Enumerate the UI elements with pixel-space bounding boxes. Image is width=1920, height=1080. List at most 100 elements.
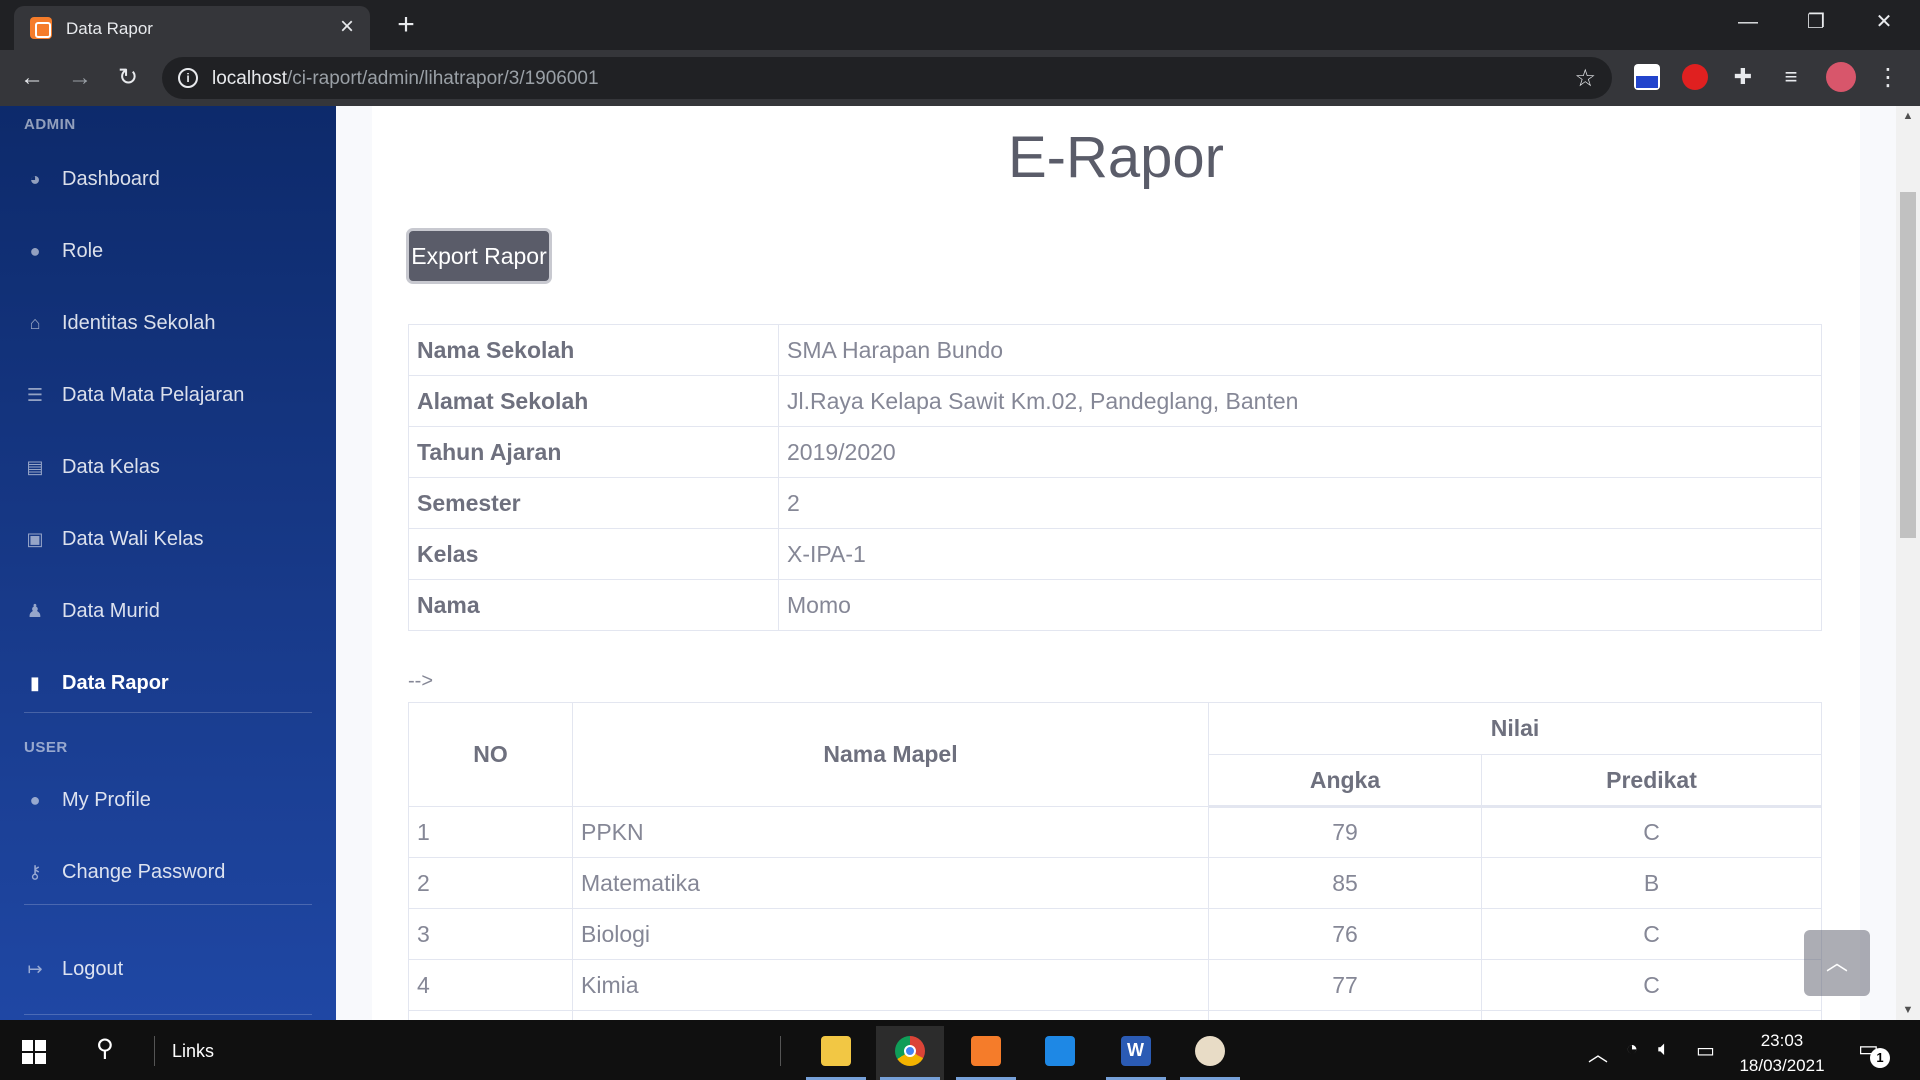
sidebar-item-label: Data Murid bbox=[62, 600, 160, 622]
sidebar-item-role[interactable]: ● Role bbox=[0, 223, 336, 279]
table-row: Alamat Sekolah Jl.Raya Kelapa Sawit Km.0… bbox=[408, 375, 1822, 427]
search-icon[interactable]: ⚲ bbox=[96, 1034, 114, 1063]
site-info-icon[interactable]: i bbox=[178, 68, 198, 88]
user-icon: ● bbox=[29, 790, 41, 810]
chalkboard-teacher-icon: ▣ bbox=[26, 529, 44, 549]
scroll-to-top-button[interactable]: ︿ bbox=[1804, 930, 1870, 996]
windows-start-icon[interactable] bbox=[22, 1040, 46, 1064]
sidebar-item-label: Data Rapor bbox=[62, 672, 169, 694]
address-bar[interactable]: i localhost/ci-raport/admin/lihatrapor/3… bbox=[162, 57, 1612, 99]
paint-taskbar-button[interactable] bbox=[1176, 1026, 1244, 1080]
sidebar-item-data-rapor[interactable]: ▮ Data Rapor bbox=[0, 655, 336, 711]
scrollbar-thumb[interactable] bbox=[1900, 192, 1916, 538]
vscode-taskbar-button[interactable] bbox=[1026, 1026, 1094, 1080]
restore-icon[interactable]: ❐ bbox=[1796, 8, 1836, 36]
sidebar-divider bbox=[24, 712, 312, 713]
sidebar-item-logout[interactable]: ↦ Logout bbox=[0, 941, 336, 997]
scroll-up-arrow-icon[interactable]: ▲ bbox=[1896, 106, 1920, 126]
cell-no: 3 bbox=[408, 908, 573, 960]
clock-time: 23:03 bbox=[1760, 1031, 1804, 1050]
word-taskbar-button[interactable]: W bbox=[1102, 1026, 1170, 1080]
links-toolbar-label[interactable]: Links bbox=[172, 1041, 214, 1062]
minimize-icon[interactable]: — bbox=[1728, 8, 1768, 36]
cell-mapel: Kimia bbox=[572, 959, 1209, 1011]
file-explorer-taskbar-button[interactable] bbox=[802, 1026, 870, 1080]
taskbar-clock[interactable]: 23:03 18/03/2021 bbox=[1728, 1028, 1836, 1078]
bookmark-star-icon[interactable]: ☆ bbox=[1574, 64, 1596, 93]
cell-predikat: C bbox=[1481, 806, 1822, 858]
cell-angka: 85 bbox=[1208, 857, 1482, 909]
info-value: SMA Harapan Bundo bbox=[778, 324, 1822, 376]
wifi-icon[interactable]: ◔ bbox=[1626, 1038, 1638, 1061]
info-label: Tahun Ajaran bbox=[408, 426, 779, 478]
sidebar-item-change-password[interactable]: ⚷ Change Password bbox=[0, 844, 336, 900]
profile-avatar[interactable] bbox=[1826, 62, 1856, 92]
table-row: 3 Biologi 76 C bbox=[408, 908, 1822, 960]
cell-angka: 79 bbox=[1208, 806, 1482, 858]
chrome-icon bbox=[895, 1036, 925, 1066]
back-icon[interactable]: ← bbox=[16, 62, 48, 94]
column-header-nama-mapel: Nama Mapel bbox=[572, 702, 1209, 807]
sidebar-item-label: Data Mata Pelajaran bbox=[62, 384, 245, 406]
sidebar-item-my-profile[interactable]: ● My Profile bbox=[0, 772, 336, 828]
sidebar-item-label: Identitas Sekolah bbox=[62, 312, 216, 334]
extensions-puzzle-icon[interactable]: ✚ bbox=[1730, 64, 1756, 90]
folder-icon bbox=[821, 1036, 851, 1066]
xampp-taskbar-button[interactable] bbox=[952, 1026, 1020, 1080]
show-hidden-icons-chevron-icon[interactable]: ︿ bbox=[1588, 1038, 1608, 1067]
sidebar-item-dashboard[interactable]: ◕ Dashboard bbox=[0, 151, 336, 207]
sidebar: ADMIN ◕ Dashboard ● Role ⌂ Identitas Sek… bbox=[0, 106, 336, 1020]
sidebar-divider bbox=[24, 904, 312, 905]
cell-no: 2 bbox=[408, 857, 573, 909]
chrome-taskbar-button[interactable] bbox=[876, 1026, 944, 1080]
volume-icon[interactable]: 🔈︎ bbox=[1658, 1038, 1670, 1061]
tachometer-icon: ◕ bbox=[29, 169, 41, 189]
taskbar-divider bbox=[154, 1036, 155, 1066]
info-value: Momo bbox=[778, 579, 1822, 631]
sidebar-item-data-kelas[interactable]: ▤ Data Kelas bbox=[0, 439, 336, 495]
cell-mapel: Matematika bbox=[572, 857, 1209, 909]
sidebar-item-data-murid[interactable]: ♟ Data Murid bbox=[0, 583, 336, 639]
sidebar-item-label: Dashboard bbox=[62, 168, 160, 190]
user-cog-icon: ● bbox=[29, 241, 41, 261]
page-scrollbar[interactable]: ▲ ▼ bbox=[1896, 106, 1920, 1020]
table-list-icon: ▤ bbox=[26, 457, 44, 477]
tab-title: Data Rapor bbox=[66, 19, 153, 38]
battery-icon[interactable]: ▭ bbox=[1696, 1038, 1715, 1063]
sidebar-item-data-wali-kelas[interactable]: ▣ Data Wali Kelas bbox=[0, 511, 336, 567]
media-queue-icon[interactable]: ≡ bbox=[1778, 64, 1804, 90]
scroll-down-arrow-icon[interactable]: ▼ bbox=[1896, 1000, 1920, 1020]
sidebar-item-identitas-sekolah[interactable]: ⌂ Identitas Sekolah bbox=[0, 295, 336, 351]
reload-icon[interactable]: ↻ bbox=[112, 62, 144, 94]
sidebar-heading-admin: ADMIN bbox=[24, 116, 76, 133]
windows-taskbar: ⚲ Links W ︿ ◔ 🔈︎ ▭ 23:03 18/03/2021 ▭ 1 bbox=[0, 1020, 1920, 1080]
user-graduate-icon: ♟ bbox=[26, 601, 44, 621]
table-row: Tahun Ajaran 2019/2020 bbox=[408, 426, 1822, 478]
school-icon: ⌂ bbox=[29, 313, 41, 333]
page-viewport: ADMIN ◕ Dashboard ● Role ⌂ Identitas Sek… bbox=[0, 106, 1920, 1020]
extension-stop-icon[interactable] bbox=[1682, 64, 1708, 90]
table-row: 1 PPKN 79 C bbox=[408, 806, 1822, 858]
extension-flag-icon[interactable] bbox=[1634, 64, 1660, 90]
student-info-table: Nama Sekolah SMA Harapan Bundo Alamat Se… bbox=[408, 324, 1822, 631]
url-text[interactable]: localhost/ci-raport/admin/lihatrapor/3/1… bbox=[212, 68, 599, 90]
column-header-no: NO bbox=[408, 702, 573, 807]
column-header-angka: Angka bbox=[1208, 754, 1482, 808]
export-rapor-button[interactable]: Export Rapor bbox=[406, 228, 552, 284]
info-label: Kelas bbox=[408, 528, 779, 580]
forward-icon[interactable]: → bbox=[64, 62, 96, 94]
close-tab-icon[interactable]: × bbox=[334, 15, 360, 41]
grades-table: NO Nama Mapel Nilai Angka Predikat 1 PPK… bbox=[408, 702, 1822, 1020]
table-row: Nama Sekolah SMA Harapan Bundo bbox=[408, 324, 1822, 376]
info-label: Nama bbox=[408, 579, 779, 631]
column-header-nilai: Nilai bbox=[1208, 702, 1822, 755]
window-close-icon[interactable]: ✕ bbox=[1864, 8, 1904, 36]
cell-no: 4 bbox=[408, 959, 573, 1011]
sidebar-item-data-mata-pelajaran[interactable]: ☰ Data Mata Pelajaran bbox=[0, 367, 336, 423]
table-row bbox=[408, 1010, 1822, 1020]
browser-tab[interactable]: Data Rapor × bbox=[14, 6, 370, 50]
sidebar-item-label: Logout bbox=[62, 958, 124, 980]
new-tab-icon[interactable]: + bbox=[390, 10, 422, 42]
browser-menu-icon[interactable]: ⋮ bbox=[1872, 62, 1904, 94]
sidebar-item-label: Change Password bbox=[62, 861, 226, 883]
